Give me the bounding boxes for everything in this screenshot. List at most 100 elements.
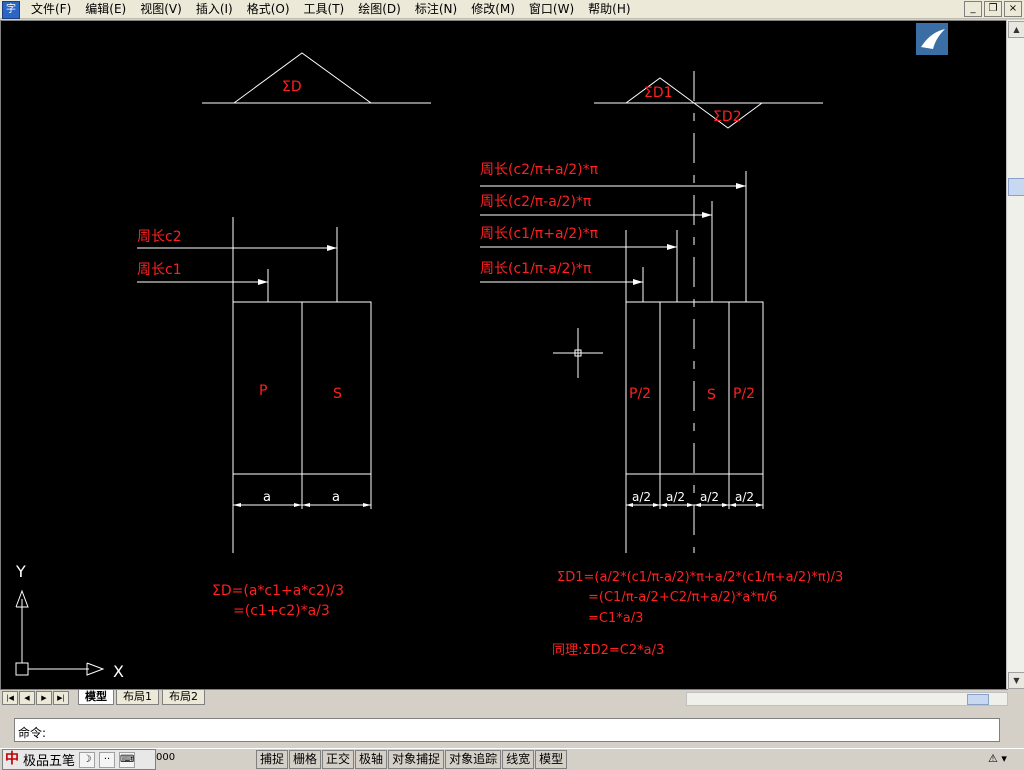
minimize-button[interactable]: _ xyxy=(964,1,982,17)
left-sum-label: ΣD xyxy=(282,79,302,95)
dim-arrow-1 xyxy=(233,503,241,507)
horizontal-scrollbar[interactable] xyxy=(686,692,1008,706)
close-button[interactable]: × xyxy=(1004,1,1022,17)
menu-dimension[interactable]: 标注(N) xyxy=(408,0,464,18)
coordinate-readout: 000 xyxy=(156,752,176,763)
command-prompt: 命令: xyxy=(18,726,47,740)
arrowhead-3 xyxy=(667,244,677,250)
tab-layout2[interactable]: 布局2 xyxy=(162,690,205,705)
app-icon[interactable]: 字 xyxy=(2,1,20,19)
menu-file[interactable]: 文件(F) xyxy=(24,0,78,18)
model-toggle[interactable]: 模型 xyxy=(535,750,568,769)
polar-toggle[interactable]: 极轴 xyxy=(355,750,388,769)
tab-first-icon[interactable]: |◀ xyxy=(2,691,18,705)
c1-label: 周长c1 xyxy=(137,262,182,278)
left-triangle xyxy=(233,52,372,104)
lineweight-toggle[interactable]: 线宽 xyxy=(502,750,535,769)
left-p-label: P xyxy=(259,383,267,399)
grid-toggle[interactable]: 栅格 xyxy=(289,750,322,769)
ime-logo-icon[interactable]: 中 xyxy=(3,751,21,768)
ime-name[interactable]: 极品五笔 xyxy=(23,750,75,769)
menu-window[interactable]: 窗口(W) xyxy=(522,0,581,18)
vertical-scrollbar[interactable]: ▲ ▼ xyxy=(1006,20,1024,689)
menu-draw[interactable]: 绘图(D) xyxy=(351,0,408,18)
right-dim-2: a/2 xyxy=(666,490,685,504)
right-sum1-label: ΣD1 xyxy=(644,85,673,101)
ucs-x-label: X xyxy=(113,662,124,681)
menu-insert[interactable]: 插入(I) xyxy=(189,0,240,18)
tab-next-icon[interactable]: ▶ xyxy=(36,691,52,705)
right-dim-1: a/2 xyxy=(632,490,651,504)
c1-arrowhead xyxy=(258,279,268,285)
tab-layout1[interactable]: 布局1 xyxy=(116,690,159,705)
right-p2-right: P/2 xyxy=(733,386,755,402)
window-controls: _ ❐ × xyxy=(964,1,1022,17)
right-formula-3: =C1*a/3 xyxy=(588,611,643,626)
left-dim-a-2: a xyxy=(332,490,340,505)
c2-label: 周长c2 xyxy=(137,229,182,245)
vertical-scroll-thumb[interactable] xyxy=(1008,178,1024,196)
scroll-up-icon[interactable]: ▲ xyxy=(1008,21,1024,38)
c2-arrowhead xyxy=(327,245,337,251)
dim-arrow-4 xyxy=(363,503,371,507)
arrowhead-4 xyxy=(633,279,643,285)
drawing-canvas[interactable]: ΣD 周长c2 周长c1 P S ΣD=(a*c1+a*c2)/3 =(c1+c… xyxy=(0,20,1008,690)
snap-toggle[interactable]: 捕捉 xyxy=(256,750,289,769)
right-sum2-label: ΣD2 xyxy=(713,109,742,125)
otrack-toggle[interactable]: 对象追踪 xyxy=(445,750,502,769)
arrowhead-1 xyxy=(736,183,746,189)
ucs-y-label: Y xyxy=(15,562,26,581)
right-label-3: 周长(c1/π+a/2)*π xyxy=(480,226,599,242)
rdim-arrow-2 xyxy=(653,503,660,507)
right-label-1: 周长(c2/π+a/2)*π xyxy=(480,162,599,178)
tray-warning-icon[interactable]: ⚠ ▾ xyxy=(988,751,1018,766)
osnap-toggle[interactable]: 对象捕捉 xyxy=(388,750,445,769)
dim-arrow-2 xyxy=(294,503,302,507)
rdim-arrow-8 xyxy=(756,503,763,507)
ucs-origin-box xyxy=(15,662,29,676)
left-dim-a-1: a xyxy=(263,490,271,505)
right-formula-1: ΣD1=(a/2*(c1/π-a/2)*π+a/2*(c1/π+a/2)*π)/… xyxy=(557,570,843,585)
menu-edit[interactable]: 编辑(E) xyxy=(78,0,133,18)
tab-prev-icon[interactable]: ◀ xyxy=(19,691,35,705)
arrowhead-2 xyxy=(702,212,712,218)
command-input[interactable]: 命令: xyxy=(14,718,1000,742)
rdim-arrow-6 xyxy=(722,503,729,507)
scroll-down-icon[interactable]: ▼ xyxy=(1008,672,1024,689)
right-formula-4: 同理:ΣD2=C2*a/3 xyxy=(552,643,664,658)
right-label-4: 周长(c1/π-a/2)*π xyxy=(480,261,592,277)
menu-help[interactable]: 帮助(H) xyxy=(581,0,637,18)
status-toggle-group: 捕捉 栅格 正交 极轴 对象捕捉 对象追踪 线宽 模型 xyxy=(256,750,568,769)
right-dim-3: a/2 xyxy=(700,490,719,504)
keyboard-icon[interactable]: ⌨ xyxy=(119,751,136,768)
left-formula-2: =(c1+c2)*a/3 xyxy=(233,603,330,619)
menu-format[interactable]: 格式(O) xyxy=(240,0,297,18)
ortho-toggle[interactable]: 正交 xyxy=(322,750,355,769)
left-formula-1: ΣD=(a*c1+a*c2)/3 xyxy=(212,583,344,599)
ucs-x-arrow xyxy=(86,662,105,676)
moon-icon[interactable]: ☽ xyxy=(79,751,96,768)
dim-arrow-3 xyxy=(302,503,310,507)
horizontal-scroll-thumb[interactable] xyxy=(967,694,989,705)
restore-button[interactable]: ❐ xyxy=(984,1,1002,17)
menu-list: 文件(F) 编辑(E) 视图(V) 插入(I) 格式(O) 工具(T) 绘图(D… xyxy=(24,0,638,18)
right-dim-4: a/2 xyxy=(735,490,754,504)
drawing-svg[interactable]: ΣD 周长c2 周长c1 P S ΣD=(a*c1+a*c2)/3 =(c1+c… xyxy=(1,21,1007,689)
menu-view[interactable]: 视图(V) xyxy=(133,0,189,18)
menu-modify[interactable]: 修改(M) xyxy=(464,0,522,18)
status-bar: 中 极品五笔 ☽ ·· ⌨ 000 捕捉 栅格 正交 极轴 对象捕捉 对象追踪 … xyxy=(0,748,1024,770)
tab-model[interactable]: 模型 xyxy=(78,690,114,705)
left-s-label: S xyxy=(333,386,342,402)
right-formula-2: =(C1/π-a/2+C2/π+a/2)*a*π/6 xyxy=(588,590,777,605)
rdim-arrow-4 xyxy=(687,503,694,507)
menu-bar: 字 文件(F) 编辑(E) 视图(V) 插入(I) 格式(O) 工具(T) 绘图… xyxy=(0,0,1024,19)
menu-tools[interactable]: 工具(T) xyxy=(297,0,352,18)
right-label-2: 周长(c2/π-a/2)*π xyxy=(480,194,592,210)
command-area: 命令: xyxy=(0,706,1024,746)
punctuation-icon[interactable]: ·· xyxy=(99,751,116,768)
ime-toolbar[interactable]: 中 极品五笔 ☽ ·· ⌨ xyxy=(2,749,156,770)
app-logo-icon xyxy=(916,23,948,55)
right-p2-left: P/2 xyxy=(629,386,651,402)
tab-last-icon[interactable]: ▶| xyxy=(53,691,69,705)
right-s-label: S xyxy=(707,387,716,403)
